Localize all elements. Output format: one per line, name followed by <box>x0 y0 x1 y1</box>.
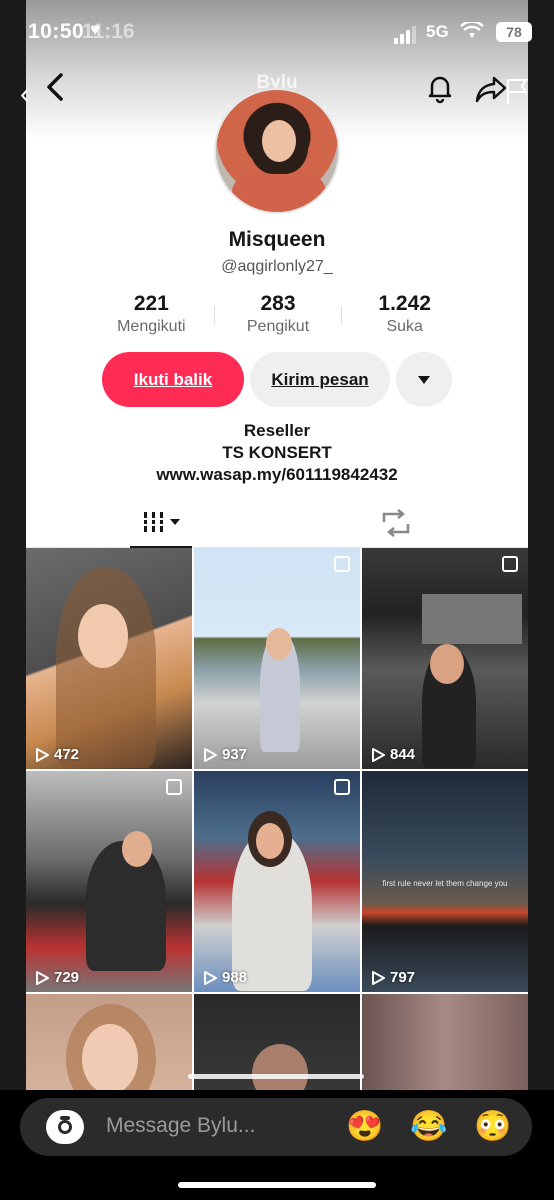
profile-stats: 221 Mengikuti 283 Pengikut 1.242 Suka <box>88 292 468 342</box>
stat-label: Mengikuti <box>117 318 186 335</box>
stat-value: 1.242 <box>378 292 431 315</box>
stat-likes[interactable]: 1.242 Suka <box>341 292 468 342</box>
tab-videos[interactable] <box>130 500 192 548</box>
bio-line: TS KONSERT <box>222 443 332 462</box>
signal-icon <box>394 26 416 44</box>
view-count: 844 <box>370 746 415 763</box>
story-progress-indicator <box>188 1074 364 1079</box>
view-count: 472 <box>34 746 79 763</box>
stat-value: 221 <box>133 292 169 315</box>
view-count: 937 <box>202 746 247 763</box>
laughing-emoji-button[interactable]: 😂 <box>410 1111 447 1143</box>
view-count: 729 <box>34 969 79 986</box>
carousel-icon <box>334 779 350 795</box>
stat-value: 283 <box>260 292 296 315</box>
repost-icon <box>382 509 410 537</box>
video-thumbnail[interactable]: 988 <box>194 771 360 992</box>
follow-back-button[interactable]: Ikuti balik <box>102 352 244 407</box>
left-edge <box>0 0 26 1200</box>
grid-icon <box>142 512 180 532</box>
overlay-time: 11:16 <box>82 20 135 43</box>
message-input[interactable]: Message Bylu... 😍 😂 😳 <box>20 1098 532 1156</box>
video-thumbnail[interactable]: 472 <box>26 548 192 769</box>
profile-avatar[interactable] <box>214 88 340 214</box>
stat-label: Pengikut <box>246 318 310 335</box>
stat-followers[interactable]: 283 Pengikut <box>215 292 342 342</box>
carousel-icon <box>334 556 350 572</box>
stat-divider <box>341 306 342 324</box>
play-icon <box>204 747 217 762</box>
video-thumbnail[interactable]: first rule never let them change you 797 <box>362 771 528 992</box>
stat-label: Suka <box>386 318 423 335</box>
play-icon <box>204 970 217 985</box>
video-thumbnail[interactable]: 729 <box>26 771 192 992</box>
bell-icon[interactable] <box>424 72 456 104</box>
status-time: 10:50 <box>28 20 85 43</box>
flushed-emoji-button[interactable]: 😳 <box>474 1111 511 1143</box>
view-count: 988 <box>202 969 247 986</box>
wifi-icon <box>460 20 484 45</box>
play-icon <box>372 747 385 762</box>
battery-indicator: 78 <box>496 22 532 42</box>
reply-bar: Message Bylu... 😍 😂 😳 <box>0 1090 554 1200</box>
profile-name: Misqueen <box>228 228 326 251</box>
video-thumbnail[interactable]: 844 <box>362 548 528 769</box>
bio-line: Reseller <box>243 421 311 440</box>
play-icon <box>36 970 49 985</box>
camera-icon[interactable] <box>46 1110 84 1144</box>
message-placeholder: Message Bylu... <box>106 1114 256 1137</box>
send-message-button[interactable]: Kirim pesan <box>250 352 390 407</box>
thumbnail-caption: first rule never let them change you <box>382 879 508 888</box>
carousel-icon <box>166 779 182 795</box>
share-icon[interactable] <box>474 74 508 104</box>
carousel-icon <box>502 556 518 572</box>
stat-following[interactable]: 221 Mengikuti <box>88 292 215 342</box>
report-flag-icon[interactable] <box>504 76 534 106</box>
stat-divider <box>214 306 215 324</box>
status-bar: 10:50 ♥ 11:16 5G 78 <box>0 18 554 48</box>
chevron-down-icon <box>418 376 430 384</box>
play-icon <box>36 747 49 762</box>
home-indicator[interactable] <box>178 1182 376 1188</box>
profile-tabs <box>26 500 528 548</box>
network-label: 5G <box>426 22 449 41</box>
more-options-button[interactable] <box>396 352 452 407</box>
profile-handle: @aqgirlonly27_ <box>221 258 333 275</box>
profile-bio: Reseller TS KONSERT www.wasap.my/6011198… <box>0 420 554 486</box>
tab-reposts[interactable] <box>366 500 426 548</box>
heart-eyes-emoji-button[interactable]: 😍 <box>346 1111 383 1143</box>
video-thumbnail[interactable]: 937 <box>194 548 360 769</box>
right-edge <box>528 0 554 1200</box>
bio-link[interactable]: www.wasap.my/601119842432 <box>0 464 554 486</box>
play-icon <box>372 970 385 985</box>
view-count: 797 <box>370 969 415 986</box>
